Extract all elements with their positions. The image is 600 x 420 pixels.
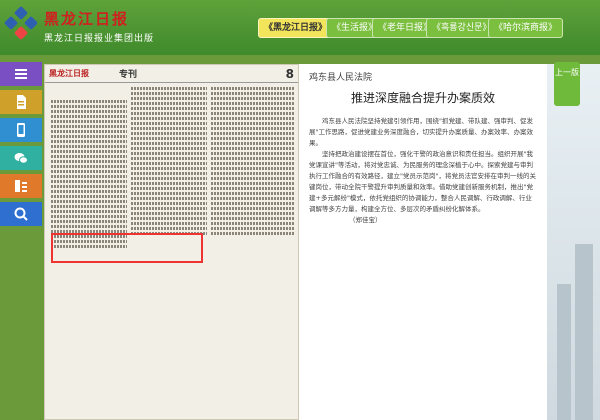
search-button[interactable] xyxy=(0,202,42,226)
building-shape xyxy=(557,284,571,420)
paper-column-left: ​ xyxy=(51,87,127,250)
menu-button[interactable] xyxy=(0,62,42,86)
paper-column-label: 专刊 xyxy=(119,70,138,80)
selected-article-highlight[interactable] xyxy=(51,233,203,263)
paper-masthead-bar: 黑龙江日报 专刊 8 xyxy=(45,65,298,83)
logo-title: 黑龙江日报 xyxy=(44,10,130,28)
article-source: 鸡东县人民法院 xyxy=(309,73,373,83)
chat-icon xyxy=(14,153,28,164)
share-button[interactable] xyxy=(0,174,42,198)
article-signature: （郑佳宝） xyxy=(349,216,382,224)
mobile-button[interactable] xyxy=(0,118,42,142)
decorative-background xyxy=(547,64,600,420)
article-paragraph: 鸡东县人民法院坚持党建引领作用，围绕"抓党建、带队建、强审判、促发展"工作思路，… xyxy=(309,117,533,147)
paper-column-middle xyxy=(131,87,207,237)
menu-icon xyxy=(15,69,27,79)
tab-harbin-daily[interactable]: 《哈尔滨商报》 xyxy=(488,18,564,38)
site-logo[interactable]: 黑龙江日报 黑龙江日报报业集团出版 xyxy=(3,4,155,50)
pdf-button[interactable] xyxy=(0,90,42,114)
pdf-icon xyxy=(17,95,26,109)
building-shape xyxy=(575,244,593,420)
headline-block[interactable]: ​ xyxy=(51,90,127,98)
article-title: 推进深度融合提升办案质效 xyxy=(350,91,495,105)
tab-heilongjiang-daily[interactable]: 《黑龙江日报》 xyxy=(258,18,334,38)
paper-page-number: 8 xyxy=(285,66,294,81)
newspaper-page[interactable]: 黑龙江日报 专刊 8 ​ xyxy=(44,64,299,420)
paper-column-right xyxy=(211,87,295,237)
wechat-button[interactable] xyxy=(0,146,42,170)
article-panel: 鸡东县人民法院 推进深度融合提升办案质效 鸡东县人民法院坚持党建引领作用，围绕"… xyxy=(299,64,547,420)
paper-masthead: 黑龙江日报 xyxy=(49,68,89,78)
logo-mark-icon xyxy=(3,5,40,44)
share-icon xyxy=(15,180,27,192)
logo-subtitle: 黑龙江日报报业集团出版 xyxy=(44,34,155,44)
search-icon xyxy=(14,207,28,221)
sidebar xyxy=(0,62,42,230)
previous-page-button[interactable]: 上一版 xyxy=(554,62,580,106)
tab-korean-daily[interactable]: 《흑룡강신문》 xyxy=(426,18,498,38)
site-header: 黑龙江日报 黑龙江日报报业集团出版 《黑龙江日报》 《生活报》 《老年日报》 《… xyxy=(0,0,600,55)
phone-icon xyxy=(17,123,25,137)
article-paragraph: 坚持把政治建设摆在首位，强化干警的政治意识和责任担当。组织开展"我党课宣讲"等活… xyxy=(309,150,536,213)
